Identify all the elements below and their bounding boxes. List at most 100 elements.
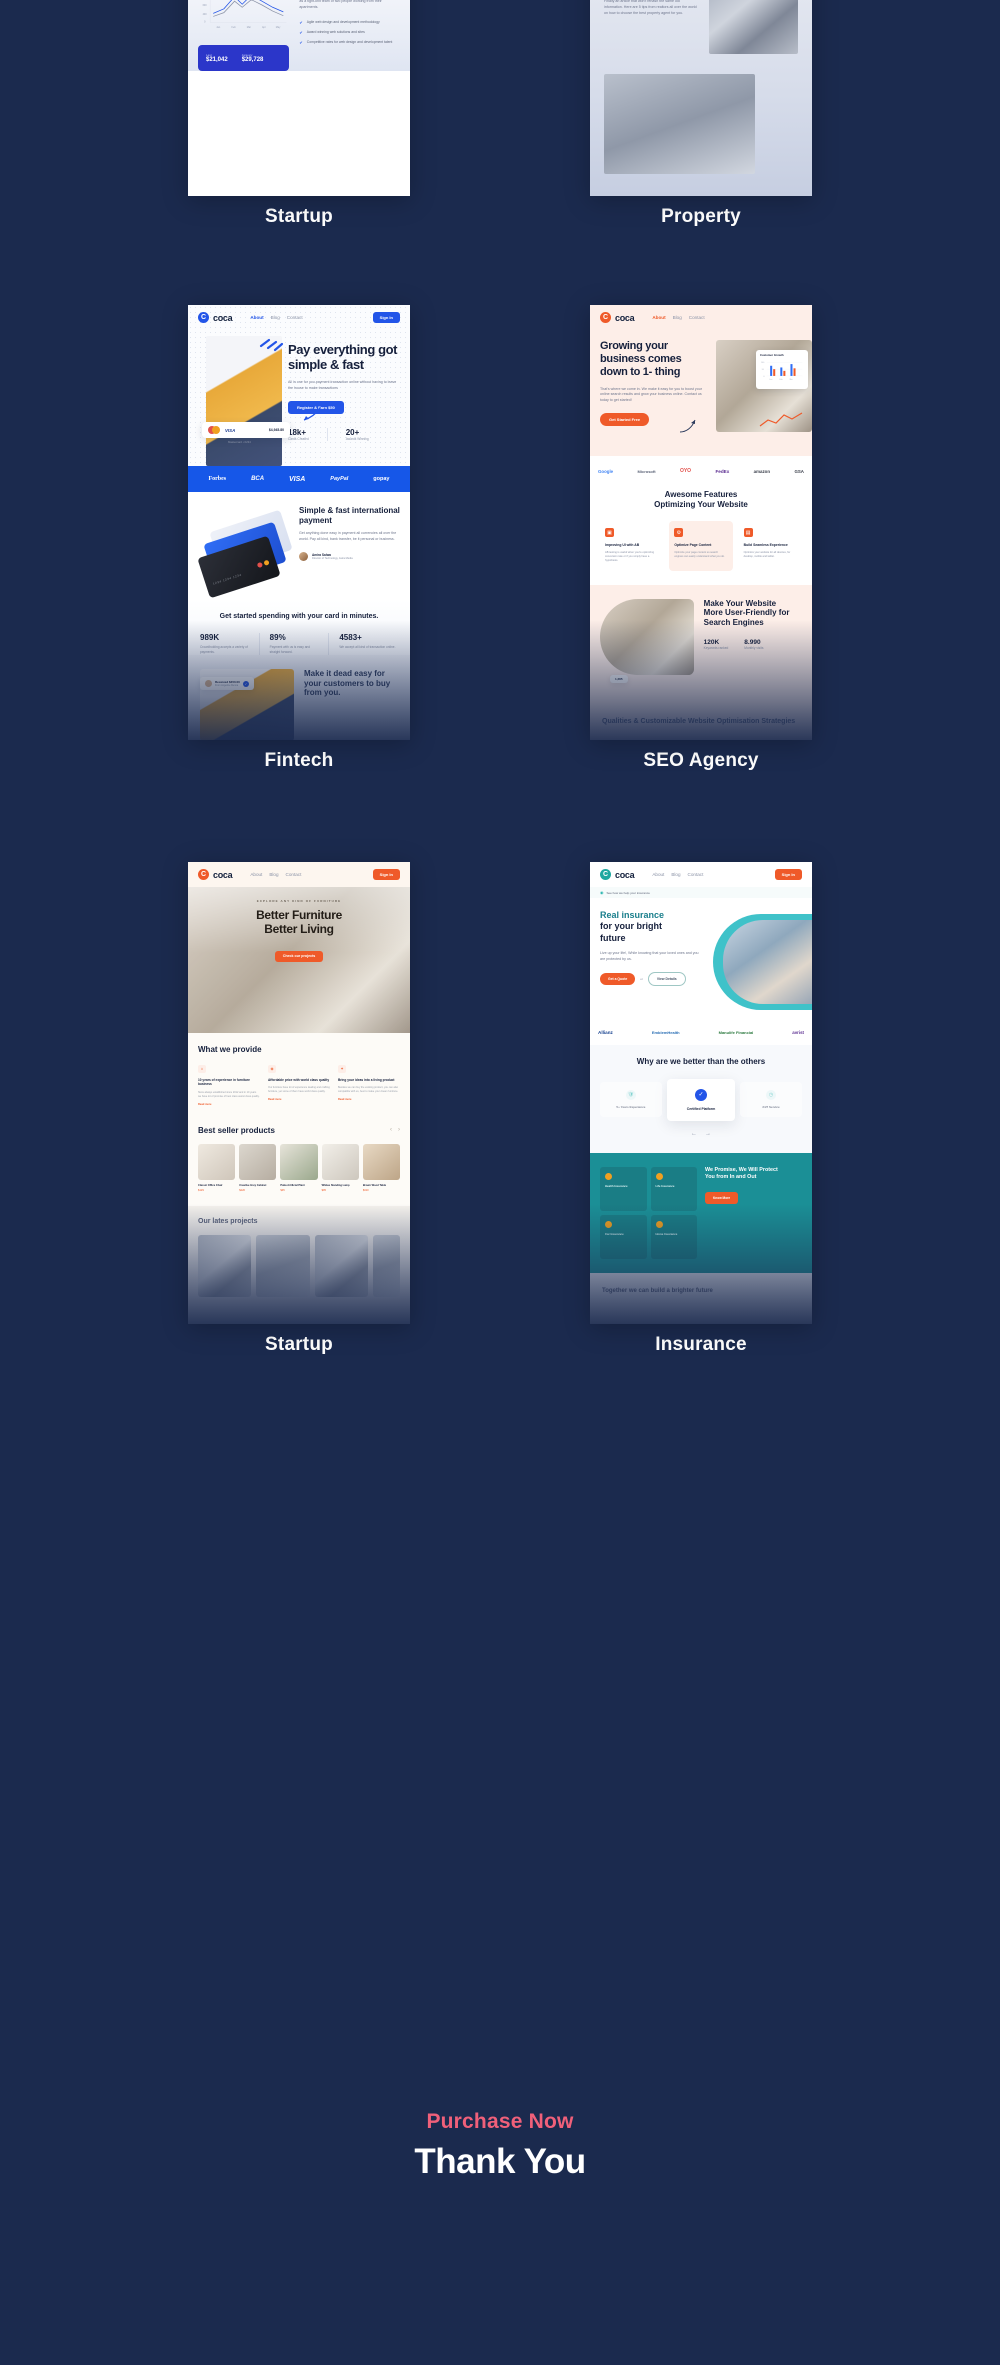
card-startup-top[interactable]: experience See Incredible Work Read our … <box>188 0 410 196</box>
furniture-cta-button[interactable]: Check our projects <box>274 950 324 962</box>
project-thumb[interactable] <box>373 1235 400 1298</box>
project-thumb[interactable] <box>256 1235 310 1298</box>
seo-feature-card-1[interactable]: ⚙ Optimize Page Content Optimize your pa… <box>669 521 733 571</box>
insurance-why-card-0[interactable]: 🛡 5+ Years Experience <box>600 1082 662 1118</box>
seo-footer-heading: Qualities & Customizable Website Optimis… <box>602 717 796 725</box>
seo-nav-item-about[interactable]: About <box>652 315 665 320</box>
product-image <box>321 1144 359 1181</box>
logo-bca: BCA <box>251 476 265 482</box>
furniture-nav-item-about[interactable]: About <box>250 872 262 877</box>
insurance-nav-links: About Blog Contact <box>652 872 703 877</box>
product-card[interactable]: Paba Artificial Plant $45 <box>280 1144 318 1192</box>
insurance-quote-button[interactable]: Get a Quote <box>600 972 636 985</box>
insurance-tile[interactable]: Life Insurance <box>650 1166 697 1211</box>
insurance-topbar[interactable]: ◉ See how we help your insurance <box>590 887 812 898</box>
why-prev-icon[interactable]: ← <box>691 1131 697 1137</box>
seo-logo[interactable]: C coca <box>600 312 635 323</box>
product-image <box>198 1144 236 1181</box>
coca-logo-icon-orange: C <box>600 312 611 323</box>
insurance-hero-body: Live up your life!, While knowing that y… <box>600 950 699 961</box>
furniture-logo[interactable]: C coca <box>198 869 233 880</box>
seo-get-started-button[interactable]: Get Started Free <box>600 413 650 427</box>
insurance-details-button[interactable]: View Details <box>647 971 686 986</box>
furniture-nav-item-contact[interactable]: Contact <box>286 872 302 877</box>
furniture-nav-item-blog[interactable]: Blog <box>269 872 278 877</box>
project-thumb[interactable] <box>198 1235 252 1298</box>
furniture-readmore-2[interactable]: Read more <box>338 1098 400 1101</box>
product-card[interactable]: Classic Office Chair $129 <box>198 1144 236 1192</box>
insurance-nav-item-contact[interactable]: Contact <box>688 872 704 877</box>
avatar <box>299 552 308 562</box>
card-furniture[interactable]: C coca About Blog Contact Sign In EXPLOR… <box>188 862 410 1324</box>
seo-feature-card-0[interactable]: ▣ Improving UI with AB AB testing is use… <box>600 521 664 571</box>
furniture-readmore-0[interactable]: Read more <box>198 1103 260 1106</box>
seo-feature-card-2[interactable]: ▤ Build Seamless Experience Optimize you… <box>738 521 802 571</box>
furniture-provide-item-0: ⌂ 10 years of experience in furniture bu… <box>198 1064 260 1106</box>
furniture-provide-item-2: ✦ Bring your ideas into a living product… <box>338 1064 400 1102</box>
seo-hero: Growing your business comes down to 1- t… <box>590 330 812 456</box>
insurance-tile[interactable]: Health Insurance <box>600 1166 647 1211</box>
insurance-tile[interactable]: Car Insurance <box>600 1214 647 1259</box>
insurance-topbar-text: See how we help your insurance <box>606 890 650 895</box>
nav-item-blog[interactable]: Blog <box>271 315 280 320</box>
nav-item-contact[interactable]: Contact <box>287 315 303 320</box>
card-insurance[interactable]: C coca About Blog Contact Sign In ◉ See … <box>590 862 812 1324</box>
fintech-payment-copy: Simple & fast international payment Get … <box>299 506 400 586</box>
seo-uf-stats: 120K Keywords ranked 8.990 Monthly visit… <box>704 639 802 651</box>
insurance-promise-section: Health Insurance Life Insurance Car Insu… <box>590 1152 812 1273</box>
fintech-testimonial: Amira Salwa Director of Technology, Astr… <box>299 552 400 562</box>
furniture-signin-button[interactable]: Sign In <box>372 869 400 880</box>
seo-nav-item-blog[interactable]: Blog <box>673 315 682 320</box>
product-card[interactable]: Brown Wood Table $310 <box>362 1144 401 1192</box>
fintech-logo[interactable]: C coca <box>198 312 233 323</box>
svg-text:Feb: Feb <box>232 26 237 29</box>
fintech-footer-visual: Received $450.00 From Angeline Renna ✓ <box>200 669 294 740</box>
project-thumb[interactable] <box>314 1235 369 1298</box>
svg-text:Feb: Feb <box>779 379 782 381</box>
seo-widget-title: Customer Growth <box>760 353 784 357</box>
logo-emblemhealth: EmblemHealth <box>651 1030 680 1035</box>
insurance-nav-item-about[interactable]: About <box>652 872 664 877</box>
layers-icon: ▤ <box>743 528 753 538</box>
insurance-knowmore-button[interactable]: Know More <box>705 1191 739 1204</box>
fintech-nav-links: About Blog Contact <box>250 315 302 320</box>
seo-features-heading-1: Awesome Features <box>664 490 738 499</box>
nav-item-about[interactable]: About <box>250 315 263 320</box>
svg-text:Apr: Apr <box>262 26 266 29</box>
insurance-nav-item-blog[interactable]: Blog <box>671 872 680 877</box>
card-property[interactable]: ◈ 320 Products Created THE COMFORT INTER… <box>590 0 812 196</box>
insurance-logo[interactable]: C coca <box>600 869 635 880</box>
seo-feature-cards: ▣ Improving UI with AB AB testing is use… <box>600 521 802 571</box>
fintech-stats-heading: Get started spending with your card in m… <box>219 613 379 620</box>
fintech-stats-row: 989K Crowdholding accepts a variety of p… <box>200 633 398 656</box>
why-next-icon[interactable]: → <box>705 1131 711 1137</box>
seo-nav-item-contact[interactable]: Contact <box>689 315 705 320</box>
product-card[interactable]: Whitee Standing Lamp $95 <box>321 1144 359 1192</box>
insurance-why-card-1[interactable]: ✓ Certified Platform <box>666 1078 736 1121</box>
carousel-prev-icon[interactable]: ‹ <box>390 1127 392 1133</box>
carousel-next-icon[interactable]: › <box>398 1127 400 1133</box>
card-fintech[interactable]: C coca About Blog Contact Sign In VISA $… <box>188 305 410 740</box>
fintech-card-sub: Mastercard • 0234 <box>228 440 251 444</box>
logo-gopay: gopay <box>373 476 390 482</box>
logo-avrist: avrist <box>792 1030 804 1035</box>
purchase-now-label[interactable]: Purchase Now <box>0 2110 1000 2134</box>
product-card[interactable]: Creative Grey Cabinet $220 <box>239 1144 277 1192</box>
fintech-signin-button[interactable]: Sign In <box>372 312 400 323</box>
furniture-provide-items: ⌂ 10 years of experience in furniture bu… <box>198 1064 400 1106</box>
logo-allianz: Allianz <box>598 1030 613 1035</box>
seo-uf-stat-0: 120K Keywords ranked <box>703 639 729 651</box>
fintech-payment-section: 1234 1234 1234 1234 1234 1234 Simple & f… <box>188 492 410 600</box>
furniture-readmore-1[interactable]: Read more <box>268 1098 330 1101</box>
seo-uf-stat-1: 8.990 Monthly visits <box>744 639 764 651</box>
insurance-partners: Allianz EmblemHealth Manulife Financial … <box>590 1020 812 1045</box>
insurance-why-section: Why are we better than the others 🛡 5+ Y… <box>590 1045 812 1153</box>
card-label-seo: SEO Agency <box>643 750 759 771</box>
furniture-nav-links: About Blog Contact <box>250 872 301 877</box>
insurance-tile[interactable]: Home Insurance <box>650 1214 697 1259</box>
insurance-hero-visual <box>709 910 812 1020</box>
insurance-signin-button[interactable]: Sign In <box>774 869 802 880</box>
insurance-why-card-2[interactable]: ◷ 24/7 Service <box>740 1082 802 1118</box>
card-seo-agency[interactable]: C coca About Blog Contact Growing your b… <box>590 305 812 740</box>
fintech-hero-visual: VISA $4,945.80 Mastercard • 0234 <box>188 330 290 466</box>
